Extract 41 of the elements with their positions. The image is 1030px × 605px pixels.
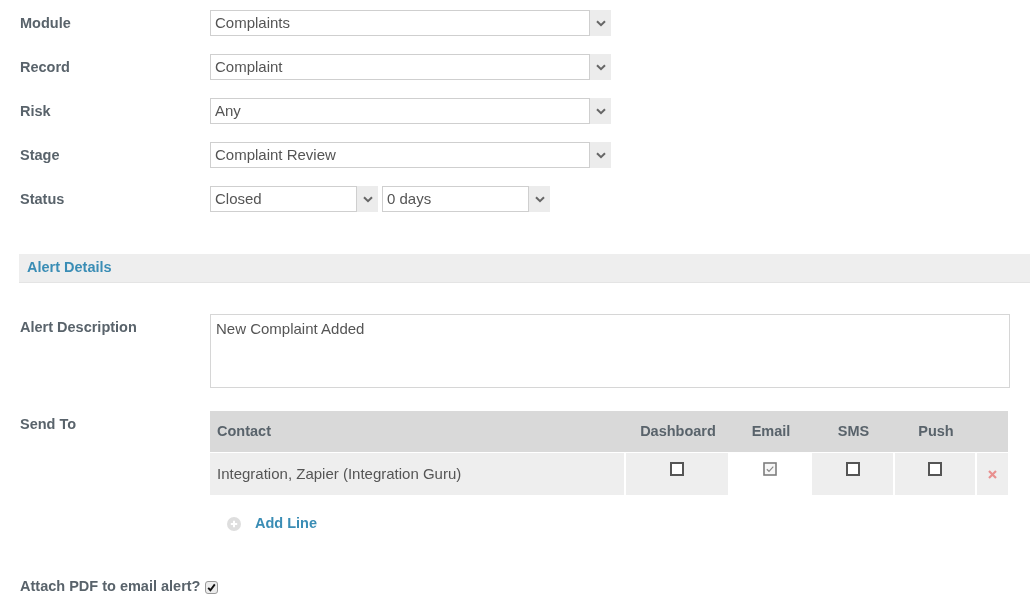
add-icon xyxy=(227,517,241,531)
add-line-link[interactable]: Add Line xyxy=(255,513,318,535)
chevron-down-icon xyxy=(595,107,606,115)
chevron-down-icon xyxy=(595,63,606,71)
dropdown-button[interactable] xyxy=(590,142,611,168)
dropdown-button[interactable] xyxy=(529,186,550,212)
field-label: Status xyxy=(20,190,66,208)
select-field[interactable]: Complaints xyxy=(210,10,590,36)
section-title: Alert Details xyxy=(27,258,112,278)
dropdown-button[interactable] xyxy=(590,98,611,124)
checkbox[interactable] xyxy=(928,462,942,476)
chevron-down-icon xyxy=(595,19,606,27)
column-heading: Email xyxy=(751,421,791,441)
field-label: Alert Description xyxy=(20,318,138,336)
dropdown-button[interactable] xyxy=(590,54,611,80)
column-heading: SMS xyxy=(837,421,870,441)
dropdown-button[interactable] xyxy=(590,10,611,36)
select-field[interactable]: Complaint Review xyxy=(210,142,590,168)
chevron-down-icon xyxy=(595,151,606,159)
checkbox[interactable] xyxy=(763,462,777,476)
column-heading: Dashboard xyxy=(640,421,716,441)
checkbox[interactable] xyxy=(670,462,684,476)
column-heading: Push xyxy=(918,421,954,441)
checkbox[interactable] xyxy=(205,580,219,594)
text-area[interactable]: New Complaint Added xyxy=(210,314,1010,388)
chevron-down-icon xyxy=(534,195,545,203)
select-field[interactable]: Complaint xyxy=(210,54,590,80)
field-label: Stage xyxy=(20,146,61,164)
checkbox[interactable] xyxy=(845,462,860,476)
field-label: Attach PDF to email alert? xyxy=(20,577,201,597)
field-label: Risk xyxy=(20,102,52,120)
column-heading: Contact xyxy=(216,421,271,441)
dropdown-button[interactable] xyxy=(357,186,378,212)
field-label: Send To xyxy=(20,415,78,433)
select-field[interactable]: Closed xyxy=(210,186,357,212)
select-field[interactable]: 0 days xyxy=(382,186,529,212)
field-label: Record xyxy=(20,58,71,76)
table-cell: Integration, Zapier (Integration Guru) xyxy=(210,453,626,495)
chevron-down-icon xyxy=(362,195,373,203)
field-label: Module xyxy=(20,14,72,32)
select-field[interactable]: Any xyxy=(210,98,590,124)
